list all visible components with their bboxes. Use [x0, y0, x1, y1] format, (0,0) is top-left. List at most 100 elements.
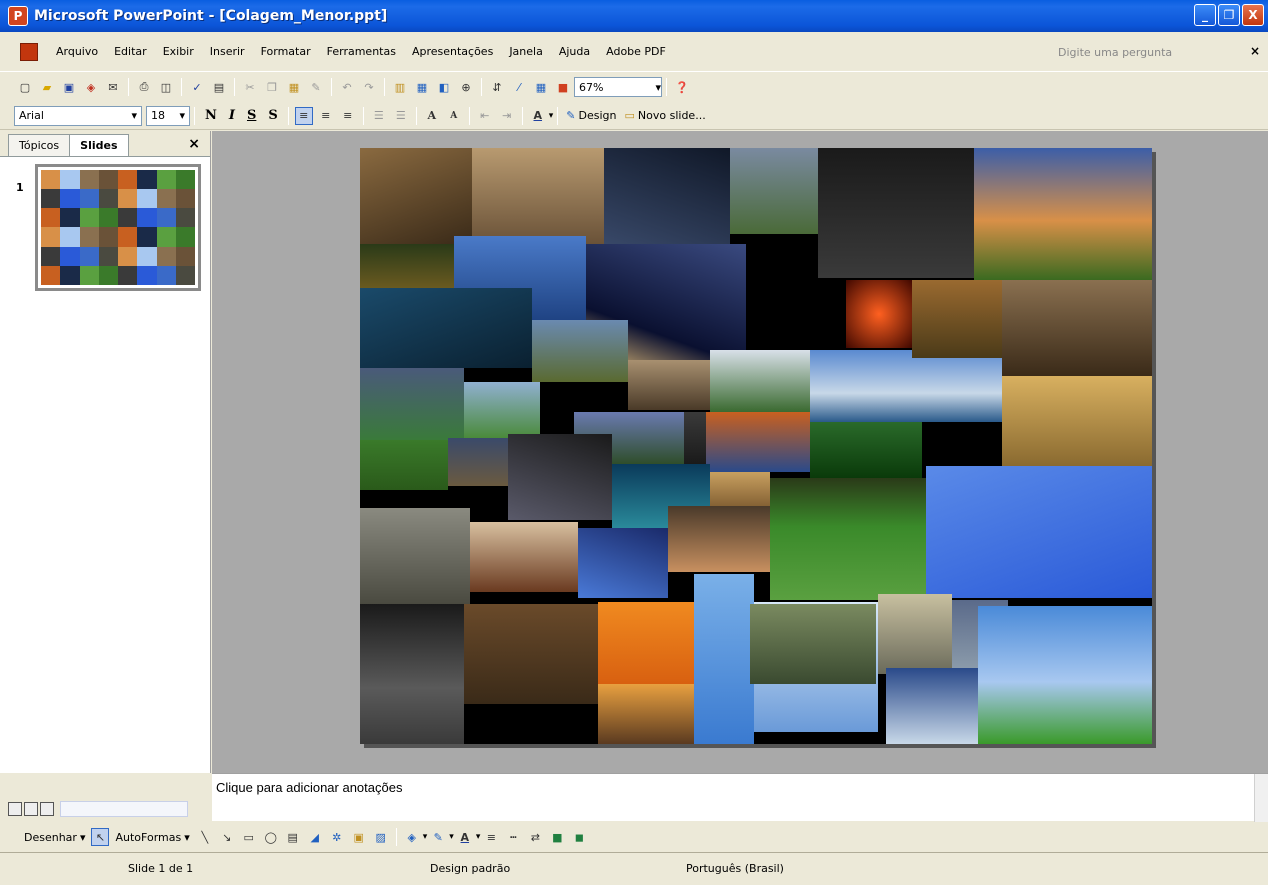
- dash-style-icon[interactable]: ┅: [504, 828, 522, 846]
- collage-image: [750, 604, 876, 684]
- document-icon[interactable]: [20, 42, 38, 61]
- rectangle-icon[interactable]: ▭: [240, 828, 258, 846]
- panel-scrollbar[interactable]: [60, 801, 188, 817]
- menu-inserir[interactable]: Inserir: [202, 45, 253, 58]
- permission-icon[interactable]: ◈: [82, 78, 100, 96]
- save-icon[interactable]: ▣: [60, 78, 78, 96]
- zoom-select[interactable]: 67% ▾: [574, 77, 662, 97]
- cut-icon[interactable]: ✂: [241, 78, 259, 96]
- panel-close-button[interactable]: ×: [188, 136, 200, 152]
- bullets-icon[interactable]: ☰: [392, 107, 410, 125]
- shadow-button[interactable]: S: [262, 108, 283, 123]
- menu-exibir[interactable]: Exibir: [155, 45, 202, 58]
- collage-image: [684, 412, 706, 464]
- research-icon[interactable]: ▤: [210, 78, 228, 96]
- tab-slides[interactable]: Slides: [69, 134, 129, 156]
- menu-editar[interactable]: Editar: [106, 45, 155, 58]
- textbox-icon[interactable]: ▤: [284, 828, 302, 846]
- font-color-icon[interactable]: A: [529, 107, 547, 125]
- undo-icon[interactable]: ↶: [338, 78, 356, 96]
- bold-button[interactable]: N: [199, 108, 223, 123]
- format-painter-icon[interactable]: ✎: [307, 78, 325, 96]
- font-color-draw-icon[interactable]: A: [456, 828, 474, 846]
- menu-arquivo[interactable]: Arquivo: [48, 45, 106, 58]
- spelling-icon[interactable]: ✓: [188, 78, 206, 96]
- slide-collage[interactable]: [360, 148, 1152, 744]
- insert-chart-icon[interactable]: ▥: [391, 78, 409, 96]
- color-grayscale-icon[interactable]: ■: [554, 78, 572, 96]
- help-search-input[interactable]: Digite uma pergunta: [1058, 42, 1208, 62]
- paste-icon[interactable]: ▦: [285, 78, 303, 96]
- draw-menu-button[interactable]: Desenhar ▾: [20, 831, 89, 844]
- font-size-select[interactable]: 18 ▾: [146, 105, 190, 126]
- close-button[interactable]: X: [1242, 4, 1264, 26]
- slide-sorter-icon[interactable]: [24, 802, 38, 816]
- insert-table-icon[interactable]: ▦: [413, 78, 431, 96]
- normal-view-icon[interactable]: [8, 802, 22, 816]
- 3d-style-icon[interactable]: ◼: [570, 828, 588, 846]
- show-formatting-icon[interactable]: ⁄: [510, 78, 528, 96]
- notes-placeholder[interactable]: Clique para adicionar anotações: [216, 780, 402, 795]
- diagram-icon[interactable]: ✲: [328, 828, 346, 846]
- numbering-icon[interactable]: ☰: [370, 107, 388, 125]
- increase-indent-icon[interactable]: ⇥: [498, 107, 516, 125]
- menu-ferramentas[interactable]: Ferramentas: [319, 45, 404, 58]
- align-right-icon[interactable]: ≡: [339, 107, 357, 125]
- italic-button[interactable]: I: [223, 108, 241, 123]
- autoshapes-menu-button[interactable]: AutoFormas ▾: [111, 831, 193, 844]
- decrease-indent-icon[interactable]: ⇤: [476, 107, 494, 125]
- wordart-icon[interactable]: ◢: [306, 828, 324, 846]
- grid-icon[interactable]: ▦: [532, 78, 550, 96]
- menu-ajuda[interactable]: Ajuda: [551, 45, 598, 58]
- restore-button[interactable]: ❐: [1218, 4, 1240, 26]
- email-icon[interactable]: ✉: [104, 78, 122, 96]
- oval-icon[interactable]: ◯: [262, 828, 280, 846]
- help-icon[interactable]: ❓: [673, 78, 691, 96]
- select-objects-icon[interactable]: ↖: [91, 828, 110, 846]
- chevron-down-icon[interactable]: ▾: [449, 832, 454, 842]
- font-name-select[interactable]: Arial ▾: [14, 105, 142, 126]
- thumbnail-tile: [156, 170, 176, 190]
- notes-scrollbar[interactable]: [1254, 774, 1268, 822]
- arrow-icon[interactable]: ↘: [218, 828, 236, 846]
- chevron-down-icon[interactable]: ▾: [423, 832, 428, 842]
- fill-color-icon[interactable]: ◈: [403, 828, 421, 846]
- powerpoint-icon[interactable]: P: [8, 6, 28, 26]
- align-left-icon[interactable]: ≡: [294, 106, 313, 125]
- new-slide-button[interactable]: ▭ Novo slide...: [621, 109, 710, 122]
- print-preview-icon[interactable]: ◫: [157, 78, 175, 96]
- decrease-font-icon[interactable]: A: [445, 107, 463, 125]
- open-icon[interactable]: ▰: [38, 78, 56, 96]
- line-style-icon[interactable]: ≡: [482, 828, 500, 846]
- chevron-down-icon[interactable]: ▾: [549, 111, 554, 121]
- shadow-style-icon[interactable]: ■: [548, 828, 566, 846]
- arrow-style-icon[interactable]: ⇄: [526, 828, 544, 846]
- menu-apresentacoes[interactable]: Apresentações: [404, 45, 501, 58]
- document-close-button[interactable]: ×: [1250, 44, 1260, 58]
- line-color-icon[interactable]: ✎: [429, 828, 447, 846]
- menu-formatar[interactable]: Formatar: [253, 45, 319, 58]
- line-icon[interactable]: ╲: [196, 828, 214, 846]
- minimize-button[interactable]: _: [1194, 4, 1216, 26]
- menu-adobe-pdf[interactable]: Adobe PDF: [598, 45, 674, 58]
- menu-janela[interactable]: Janela: [501, 45, 551, 58]
- copy-icon[interactable]: ❐: [263, 78, 281, 96]
- align-center-icon[interactable]: ≡: [317, 107, 335, 125]
- chevron-down-icon[interactable]: ▾: [476, 832, 481, 842]
- print-icon[interactable]: ⎙: [135, 78, 153, 96]
- design-button[interactable]: ✎ Design: [562, 109, 620, 122]
- increase-font-icon[interactable]: A: [423, 107, 441, 125]
- collage-image: [598, 602, 694, 684]
- redo-icon[interactable]: ↷: [360, 78, 378, 96]
- new-icon[interactable]: ▢: [16, 78, 34, 96]
- expand-all-icon[interactable]: ⇵: [488, 78, 506, 96]
- notes-pane[interactable]: Clique para adicionar anotações: [212, 773, 1268, 822]
- slide-thumbnail[interactable]: [35, 164, 201, 291]
- tab-topicos[interactable]: Tópicos: [8, 134, 71, 156]
- tables-borders-icon[interactable]: ◧: [435, 78, 453, 96]
- picture-icon[interactable]: ▨: [372, 828, 390, 846]
- hyperlink-icon[interactable]: ⊕: [457, 78, 475, 96]
- underline-button[interactable]: S: [241, 108, 262, 123]
- clipart-icon[interactable]: ▣: [350, 828, 368, 846]
- slide-show-icon[interactable]: [40, 802, 54, 816]
